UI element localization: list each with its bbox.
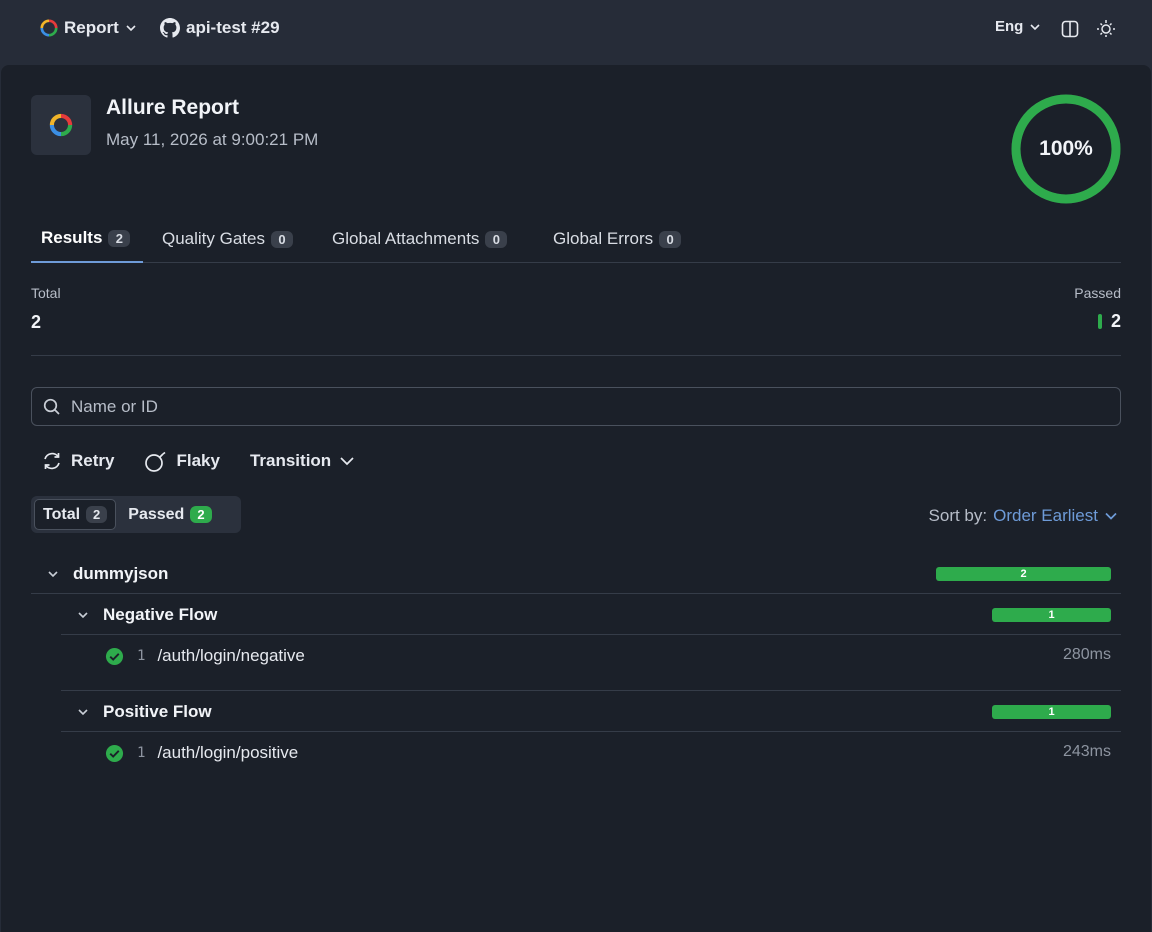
repo-label: api-test #29 (186, 18, 280, 37)
group-name: Positive Flow (103, 702, 212, 721)
passed-stat: 2 (1097, 311, 1121, 332)
transition-filter[interactable]: Transition (250, 451, 355, 471)
search-input[interactable] (71, 396, 1071, 417)
retry-label: Retry (71, 451, 115, 470)
report-tabs: Results 2 Quality Gates 0 Global Attachm… (31, 215, 1121, 263)
chevron-down-icon (340, 457, 354, 466)
language-label: Eng (995, 18, 1024, 35)
report-title: Allure Report (106, 96, 240, 119)
github-icon (160, 18, 180, 38)
tab-label: Results (41, 228, 103, 247)
test-duration: 243ms (1062, 743, 1111, 760)
status-tab-total[interactable]: Total 2 (34, 499, 117, 530)
allure-logo-icon (49, 113, 73, 137)
passed-indicator (1097, 314, 1102, 329)
test-name: /auth/login/positive (157, 743, 299, 762)
repo-link[interactable]: api-test #29 (160, 18, 280, 38)
divider (31, 593, 1121, 594)
language-select[interactable]: Eng (995, 18, 1041, 35)
total-label: Total (31, 285, 61, 301)
status-bar: 1 (992, 705, 1111, 719)
flaky-filter[interactable]: Flaky (144, 449, 220, 473)
total-value: 2 (31, 312, 42, 332)
tab-global-attachments[interactable]: Global Attachments 0 (332, 215, 508, 263)
tab-count: 0 (659, 230, 682, 248)
report-logo (31, 95, 91, 155)
main-panel: Allure Report May 11, 2026 at 9:00:21 PM… (1, 65, 1151, 932)
status-bar: 2 (936, 567, 1111, 581)
status-tab-count: 2 (190, 506, 212, 523)
passed-value: 2 (1110, 311, 1121, 331)
sort-control[interactable]: Sort by: Order Earliest (929, 506, 1118, 526)
retry-filter[interactable]: Retry (41, 450, 114, 472)
sort-value: Order Earliest (993, 506, 1098, 525)
theme-icon (1097, 20, 1115, 37)
filter-bar: Retry Flaky Transition (41, 449, 355, 473)
split-view-icon (1061, 20, 1079, 38)
tree-group-negative-flow[interactable]: Negative Flow (77, 595, 217, 635)
divider (61, 634, 1121, 635)
status-tab-label: Passed (128, 505, 185, 523)
tab-count: 0 (485, 230, 508, 248)
search-icon (43, 398, 60, 415)
test-duration: 280ms (1062, 646, 1111, 663)
tab-quality-gates[interactable]: Quality Gates 0 (162, 215, 293, 263)
report-menu-label: Report (64, 18, 119, 37)
success-rate-label: 100% (1039, 137, 1093, 160)
status-tab-count: 2 (86, 506, 108, 523)
chevron-down-icon (48, 571, 58, 578)
check-circle-icon (105, 647, 124, 665)
chevron-down-icon (126, 25, 136, 32)
layout-toggle-button[interactable] (1061, 20, 1079, 38)
passed-label: Passed (1074, 285, 1121, 301)
report-menu[interactable]: Report (40, 18, 137, 38)
tab-label: Quality Gates (162, 229, 265, 248)
tab-label: Global Errors (553, 229, 654, 248)
chevron-down-icon (78, 612, 88, 619)
test-number: 1 (137, 745, 146, 761)
status-tab-passed[interactable]: Passed 2 (120, 499, 219, 530)
test-name: /auth/login/negative (157, 646, 305, 665)
status-bar: 1 (992, 608, 1111, 622)
tab-count: 0 (271, 230, 293, 248)
tab-global-errors[interactable]: Global Errors 0 (553, 215, 682, 263)
retry-icon (44, 452, 60, 470)
allure-logo-icon (40, 19, 58, 37)
top-bar: Report api-test #29 Eng (0, 0, 1152, 60)
report-date: May 11, 2026 at 9:00:21 PM (106, 130, 319, 149)
tab-label: Global Attachments (332, 229, 480, 248)
sort-label: Sort by: (928, 506, 988, 525)
theme-toggle-button[interactable] (1096, 18, 1116, 38)
divider (61, 690, 1121, 691)
group-name: Negative Flow (103, 605, 218, 624)
tree-group-root[interactable]: dummyjson (47, 554, 168, 594)
test-row-negative[interactable]: 1 /auth/login/negative (105, 636, 305, 676)
chevron-down-icon (1105, 512, 1117, 520)
bomb-icon (145, 451, 166, 472)
status-tab-label: Total (43, 505, 81, 523)
divider (31, 355, 1121, 356)
test-row-positive[interactable]: 1 /auth/login/positive (105, 733, 298, 773)
tree-group-positive-flow[interactable]: Positive Flow (77, 692, 212, 732)
tab-results[interactable]: Results 2 (31, 215, 143, 263)
chevron-down-icon (1030, 23, 1040, 30)
status-filter-tabs: Total 2 Passed 2 (31, 496, 241, 533)
flaky-label: Flaky (176, 451, 220, 470)
check-circle-icon (105, 744, 124, 762)
divider (61, 731, 1121, 732)
group-name: dummyjson (73, 564, 169, 583)
tab-count: 2 (108, 229, 131, 247)
test-number: 1 (137, 648, 146, 664)
chevron-down-icon (78, 709, 88, 716)
search-box[interactable] (31, 387, 1121, 426)
transition-label: Transition (249, 451, 332, 470)
